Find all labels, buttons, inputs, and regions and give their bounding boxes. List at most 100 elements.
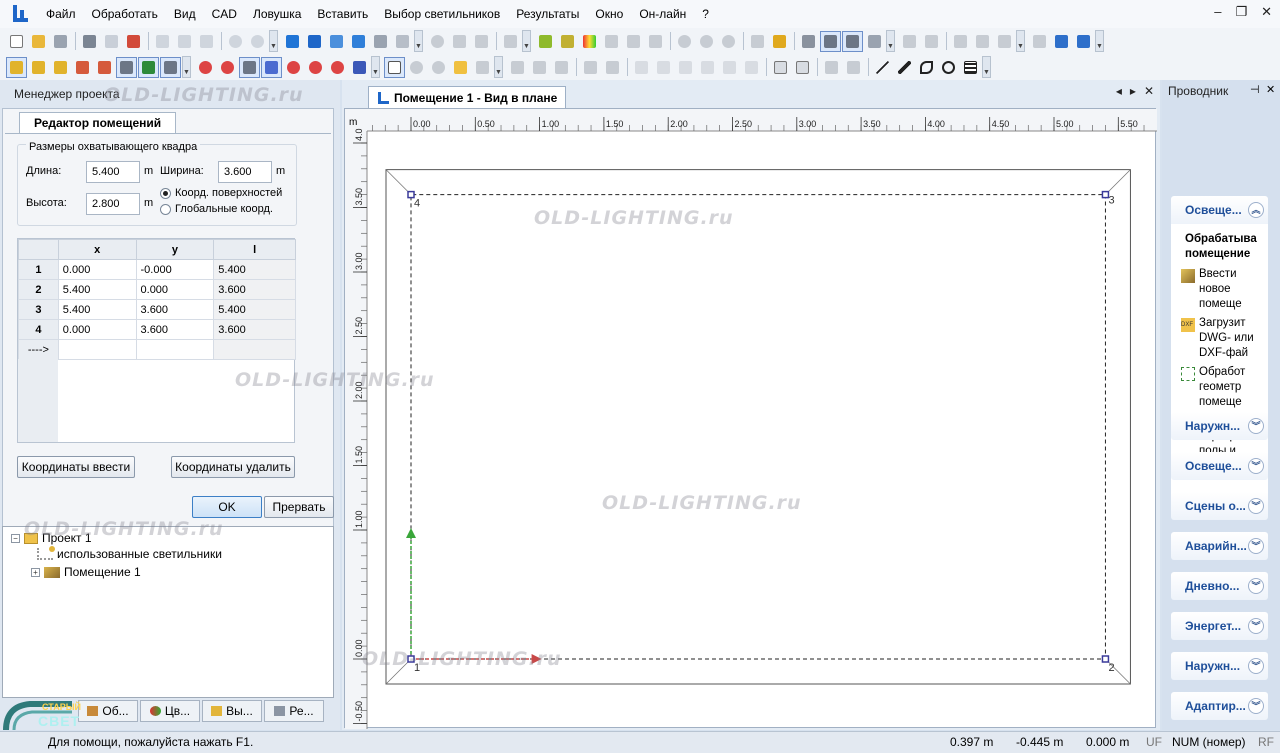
align-center-icon[interactable]: [719, 57, 740, 78]
zoom-tool-icon[interactable]: [406, 57, 427, 78]
table-row-new[interactable]: ---->: [18, 339, 296, 360]
tab-objects[interactable]: Об...: [78, 700, 138, 722]
chevron-down-icon[interactable]: ︾: [1248, 458, 1264, 474]
pen-icon[interactable]: [769, 31, 790, 52]
tree-item-used-luminaires[interactable]: использованные светильники: [3, 545, 333, 563]
luminaire-array-icon[interactable]: [557, 31, 578, 52]
minimize-button[interactable]: –: [1214, 4, 1221, 20]
delete-coordinates-button[interactable]: Координаты удалить: [171, 456, 295, 478]
select-point-icon[interactable]: [28, 57, 49, 78]
table-icon[interactable]: [798, 31, 819, 52]
dimension-text-icon[interactable]: [842, 30, 863, 52]
snap-ortho-icon[interactable]: [327, 57, 348, 78]
align-bottom-icon[interactable]: [697, 57, 718, 78]
move-icon[interactable]: [507, 57, 528, 78]
explorer-section-outdoor-2[interactable]: Наружн... ︾: [1171, 652, 1268, 680]
daylight-icon[interactable]: [645, 31, 666, 52]
zoom-all-icon[interactable]: [471, 31, 492, 52]
cell-x[interactable]: 5.400: [57, 279, 137, 300]
chevron-down-icon[interactable]: ︾: [1248, 498, 1264, 514]
select-arrow-icon[interactable]: [160, 56, 181, 78]
snap-grid-icon[interactable]: [239, 56, 260, 78]
table-row[interactable]: 2 5.400 0.000 3.600: [18, 279, 296, 300]
edit-icon[interactable]: [972, 31, 993, 52]
pdf-icon[interactable]: [123, 31, 144, 52]
luminaire-icon[interactable]: [535, 31, 556, 52]
cell-y[interactable]: [135, 339, 215, 360]
explorer-item-new-room[interactable]: Ввести новое помеще: [1181, 267, 1268, 312]
cursor-icon[interactable]: [384, 56, 405, 78]
line-icon[interactable]: [872, 57, 893, 78]
tab-outputs[interactable]: Вы...: [202, 700, 262, 722]
explorer-item-edit-geometry[interactable]: Обработ геометр помеще: [1181, 365, 1268, 410]
cell-y[interactable]: 3.600: [135, 319, 215, 340]
tab-room-plan-view[interactable]: Помещение 1 - Вид в плане: [368, 86, 567, 108]
cell-y[interactable]: -0.000: [135, 259, 215, 280]
tab-colors[interactable]: Цв...: [140, 700, 200, 722]
chevron-down-icon[interactable]: ︾: [1248, 578, 1264, 594]
grid-icon[interactable]: [899, 31, 920, 52]
hatch-icon[interactable]: [960, 57, 981, 78]
chevron-down-icon[interactable]: ︾: [1248, 418, 1264, 434]
explorer-section-daylight[interactable]: Дневно... ︾: [1171, 572, 1268, 600]
table-row[interactable]: 3 5.400 3.600 5.400: [18, 299, 296, 320]
table-row[interactable]: 1 0.000 -0.000 5.400: [18, 259, 296, 280]
menu-help[interactable]: ?: [694, 0, 717, 28]
tab-results[interactable]: Ре...: [264, 700, 324, 722]
explorer-section-lighting[interactable]: Освеще... ︾: [1171, 452, 1268, 480]
spiral-icon[interactable]: [718, 31, 739, 52]
length-input[interactable]: [86, 161, 140, 183]
table-row[interactable]: 4 0.000 3.600 3.600: [18, 319, 296, 340]
color-icon[interactable]: [579, 31, 600, 52]
open-folder-icon[interactable]: [28, 31, 49, 52]
align-left-icon[interactable]: [631, 57, 652, 78]
layers-icon[interactable]: [921, 31, 942, 52]
snap-object-icon[interactable]: [349, 57, 370, 78]
render-icon[interactable]: [370, 31, 391, 52]
tree-item-project[interactable]: − Проект 1: [3, 527, 333, 545]
menu-file[interactable]: Файл: [38, 0, 84, 28]
chevron-down-icon[interactable]: ︾: [1248, 658, 1264, 674]
select-luminaire-icon[interactable]: [94, 57, 115, 78]
new-file-icon[interactable]: [6, 31, 27, 52]
plan-view-icon[interactable]: [304, 31, 325, 52]
cell-y[interactable]: 0.000: [135, 279, 215, 300]
report-2-icon[interactable]: [994, 31, 1015, 52]
explorer-section-scenes[interactable]: Сцены о... ︾: [1171, 492, 1268, 520]
split-horizontal-icon[interactable]: [1051, 31, 1072, 52]
paste-icon[interactable]: [196, 31, 217, 52]
select-group-icon[interactable]: [138, 56, 159, 78]
cell-y[interactable]: 3.600: [135, 299, 215, 320]
select-object-icon[interactable]: [6, 56, 27, 78]
rotate-icon[interactable]: [529, 57, 550, 78]
explorer-section-open[interactable]: Освеще... ︽: [1171, 196, 1268, 224]
redo-icon[interactable]: [247, 31, 268, 52]
plan-canvas[interactable]: m 0.00 0.50 1.00 1.50 2.00 2.50 3.00 3.50 4.00 4.5…: [344, 108, 1157, 729]
menu-luminaires[interactable]: Выбор светильников: [376, 0, 508, 28]
align-top-icon[interactable]: [675, 57, 696, 78]
tools-icon[interactable]: [500, 31, 521, 52]
collapse-icon[interactable]: −: [11, 533, 20, 543]
snap-dxf-icon[interactable]: [261, 56, 282, 78]
cancel-button[interactable]: Прервать: [264, 496, 334, 518]
align-right-icon[interactable]: [653, 57, 674, 78]
chevron-up-icon[interactable]: ︽: [1248, 202, 1264, 218]
report-icon[interactable]: [950, 31, 971, 52]
select-surface-icon[interactable]: [72, 57, 93, 78]
rings-icon[interactable]: [696, 31, 717, 52]
tab-prev-icon[interactable]: ◂: [1116, 84, 1122, 98]
print-icon[interactable]: [79, 31, 100, 52]
chevron-down-icon[interactable]: ︾: [1248, 698, 1264, 714]
pin-icon[interactable]: ⊣: [1250, 83, 1260, 96]
explorer-section-adaptive[interactable]: Адаптир... ︾: [1171, 692, 1268, 720]
copy-array-icon[interactable]: [602, 57, 623, 78]
snap-center-icon[interactable]: [305, 57, 326, 78]
calc-point-icon[interactable]: [623, 31, 644, 52]
menu-view[interactable]: Вид: [166, 0, 204, 28]
chevron-down-icon[interactable]: ︾: [1248, 618, 1264, 634]
restore-button[interactable]: ❐: [1235, 4, 1247, 20]
expand-icon[interactable]: +: [31, 567, 40, 577]
rotate-view-icon[interactable]: [428, 57, 449, 78]
dxf-export-icon[interactable]: [864, 31, 885, 52]
edit-frame-icon[interactable]: [792, 57, 813, 78]
